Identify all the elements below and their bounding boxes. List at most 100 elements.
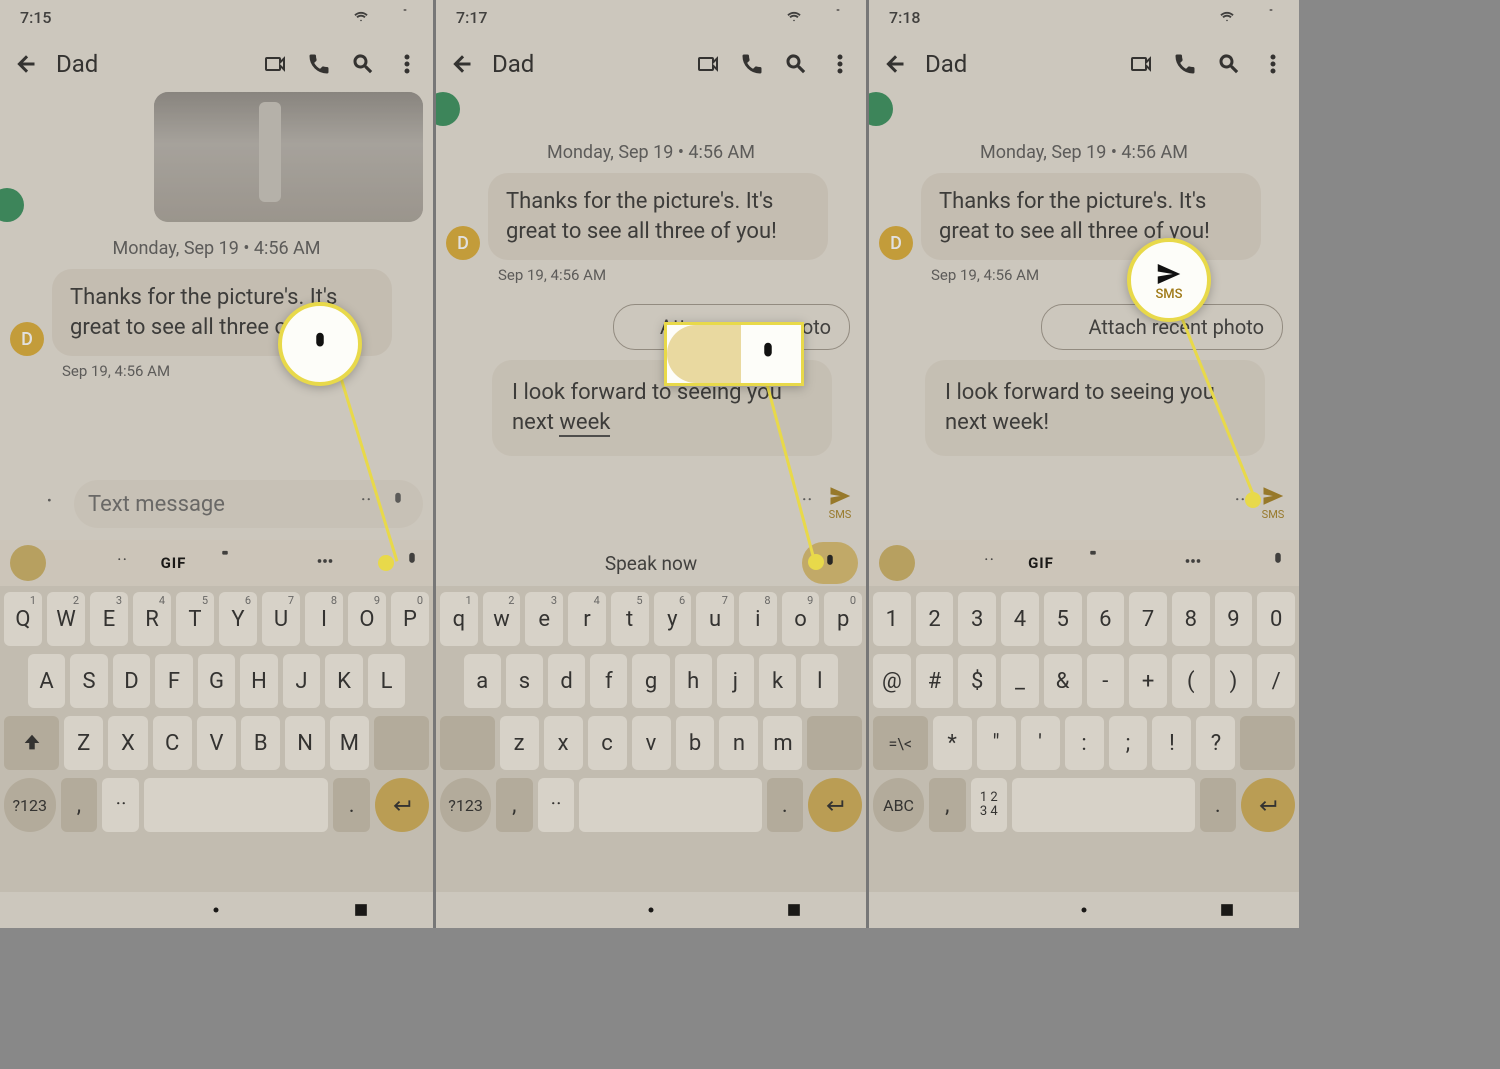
key-D[interactable]: D [113,654,151,708]
keyboard-collapse-button[interactable] [879,545,915,581]
nav-back-button[interactable] [931,900,951,920]
key-1[interactable]: 1 [873,592,911,646]
gallery-button[interactable] [42,491,64,517]
key-h[interactable]: h [675,654,712,708]
overflow-button[interactable] [393,50,421,78]
voice-call-button[interactable] [1171,50,1199,78]
key-B[interactable]: B [241,716,280,770]
key-v[interactable]: v [632,716,671,770]
search-button[interactable] [782,50,810,78]
gif-button[interactable]: GIF [1028,554,1054,572]
nav-back-button[interactable] [498,900,518,920]
key-ABC[interactable]: ABC [873,778,924,832]
incoming-message[interactable]: Thanks for the picture's. It's great to … [921,173,1261,260]
key-4[interactable]: 4 [1001,592,1039,646]
key-n[interactable]: n [719,716,758,770]
nav-recents-button[interactable] [1217,900,1237,920]
key-?[interactable]: ? [1196,716,1235,770]
key-u[interactable]: u7 [696,592,734,646]
key-i-enter[interactable] [808,778,862,832]
keyboard-collapse-button[interactable] [10,545,46,581]
search-button[interactable] [1215,50,1243,78]
expand-button[interactable] [450,490,472,516]
voice-call-button[interactable] [305,50,333,78]
key-d[interactable]: d [548,654,585,708]
key-p[interactable]: p0 [824,592,862,646]
contact-name[interactable]: Dad [492,50,534,78]
nav-back-button[interactable] [62,900,82,920]
image-message[interactable] [154,92,423,222]
key-&[interactable]: & [1044,654,1082,708]
key-Q[interactable]: Q1 [4,592,42,646]
key-V[interactable]: V [197,716,236,770]
key-q[interactable]: q1 [440,592,478,646]
key-l[interactable]: l [801,654,838,708]
send-button[interactable]: SMS [828,484,852,521]
key-T[interactable]: T5 [176,592,214,646]
key-2[interactable]: 2 [916,592,954,646]
key-/[interactable]: / [1257,654,1295,708]
more-button[interactable] [314,550,336,576]
key--[interactable]: - [1087,654,1125,708]
key-special[interactable] [144,778,328,832]
key-![interactable]: ! [1152,716,1191,770]
key-k[interactable]: k [759,654,796,708]
key-x[interactable]: x [544,716,583,770]
key-,[interactable]: , [61,778,98,832]
contact-avatar[interactable]: D [446,226,480,260]
video-call-button[interactable] [1127,50,1155,78]
key-P[interactable]: P0 [391,592,429,646]
key-N[interactable]: N [285,716,324,770]
key-U[interactable]: U7 [262,592,300,646]
key-*[interactable]: * [933,716,972,770]
key-special[interactable] [579,778,761,832]
keyboard-mic-button[interactable] [401,550,423,576]
nav-recents-button[interactable] [784,900,804,920]
key-i-bksp[interactable] [807,716,862,770]
key-J[interactable]: J [283,654,321,708]
key-i-enter[interactable] [1241,778,1295,832]
sticker-button[interactable] [978,550,1000,576]
settings-button[interactable] [264,550,286,576]
key-,[interactable]: , [929,778,965,832]
key-W[interactable]: W2 [47,592,85,646]
key-([interactable]: ( [1172,654,1210,708]
clipboard-button[interactable] [214,550,236,576]
key-G[interactable]: G [198,654,236,708]
key-?123[interactable]: ?123 [4,778,56,832]
key-E[interactable]: E3 [90,592,128,646]
key-.[interactable]: . [767,778,803,832]
key-,[interactable]: , [496,778,532,832]
key-special[interactable]: 1 23 4 [971,778,1007,832]
key-f[interactable]: f [590,654,627,708]
key-0[interactable]: 0 [1257,592,1295,646]
overflow-button[interactable] [1259,50,1287,78]
key-"[interactable]: " [977,716,1016,770]
nav-recents-button[interactable] [351,900,371,920]
key-o[interactable]: o9 [782,592,820,646]
key-w[interactable]: w2 [483,592,521,646]
key-i[interactable]: i8 [739,592,777,646]
key-=\<[interactable]: =\< [873,716,928,770]
key-a[interactable]: a [464,654,501,708]
key-i-emoji[interactable] [102,778,139,832]
attach-button[interactable] [10,491,32,517]
key-7[interactable]: 7 [1129,592,1167,646]
key-+[interactable]: + [1129,654,1167,708]
key-S[interactable]: S [70,654,108,708]
key-:[interactable]: : [1065,716,1104,770]
key-Z[interactable]: Z [64,716,103,770]
key-X[interactable]: X [108,716,147,770]
expand-button[interactable] [883,490,905,516]
key-C[interactable]: C [153,716,192,770]
video-call-button[interactable] [261,50,289,78]
key-9[interactable]: 9 [1215,592,1253,646]
key-H[interactable]: H [240,654,278,708]
video-call-button[interactable] [694,50,722,78]
contact-name[interactable]: Dad [925,50,967,78]
key-$[interactable]: $ [958,654,996,708]
incoming-message[interactable]: Thanks for the picture's. It's great to … [488,173,828,260]
key-.[interactable]: . [1200,778,1236,832]
key-Y[interactable]: Y6 [219,592,257,646]
key-z[interactable]: z [500,716,539,770]
